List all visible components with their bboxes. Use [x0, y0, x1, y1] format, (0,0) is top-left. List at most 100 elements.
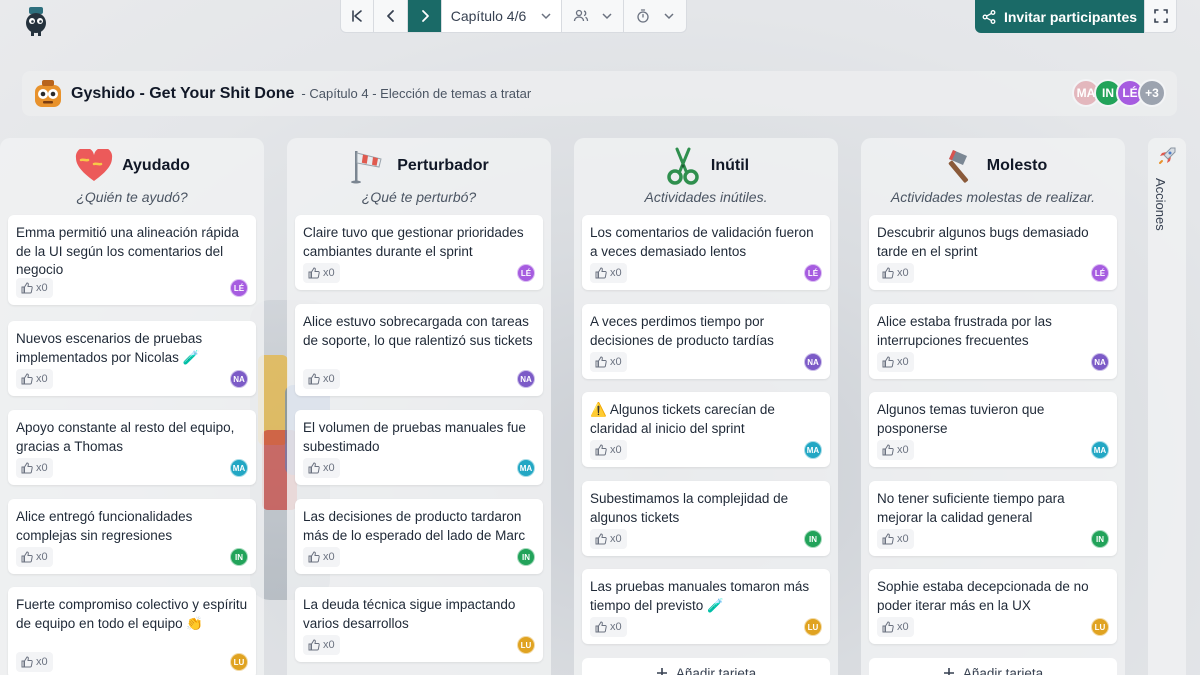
author-avatar: IN — [517, 548, 535, 566]
card-text: Subestimamos la complejidad de algunos t… — [590, 491, 789, 525]
like-button[interactable]: x0 — [590, 617, 627, 637]
column-subtitle: ¿Quién te ayudó? — [76, 189, 188, 205]
author-avatar: LÉ — [1091, 264, 1109, 282]
column-title: Inútil — [710, 157, 750, 174]
like-button[interactable]: x0 — [877, 440, 914, 460]
participant-avatars[interactable]: MA IN LÉ +3 — [1072, 79, 1166, 107]
retro-card[interactable]: No tener suficiente tiempo para mejorar … — [869, 481, 1117, 556]
like-button[interactable]: x0 — [16, 458, 53, 478]
column-header: Molesto — [861, 148, 1125, 184]
column-ayudado: Ayudado ¿Quién te ayudó? Emma permitió u… — [0, 138, 264, 675]
column-subtitle: ¿Qué te perturbó? — [361, 189, 477, 205]
participants-menu[interactable] — [562, 0, 624, 32]
card-text: No tener suficiente tiempo para mejorar … — [877, 491, 1065, 525]
invite-participants-button[interactable]: Invitar participantes — [975, 0, 1144, 33]
heart-icon — [74, 148, 114, 184]
like-button[interactable]: x0 — [16, 547, 53, 567]
like-count: x0 — [36, 656, 48, 668]
retro-card[interactable]: Alice entregó funcionalidades complejas … — [8, 499, 256, 574]
like-button[interactable]: x0 — [877, 263, 914, 283]
like-button[interactable]: x0 — [16, 369, 53, 389]
retro-card[interactable]: Subestimamos la complejidad de algunos t… — [582, 481, 830, 556]
retro-card[interactable]: Las decisiones de producto tardaron más … — [295, 499, 543, 574]
chevron-right-icon — [421, 10, 429, 22]
author-avatar: MA — [1091, 441, 1109, 459]
like-button[interactable]: x0 — [590, 529, 627, 549]
like-button[interactable]: x0 — [303, 369, 340, 389]
like-button[interactable]: x0 — [877, 529, 914, 549]
author-avatar: LÉ — [230, 279, 248, 297]
like-count: x0 — [323, 462, 335, 474]
retro-card[interactable]: Emma permitió una alineación rápida de l… — [8, 215, 256, 305]
author-avatar: NA — [804, 353, 822, 371]
column-perturbador: Perturbador ¿Qué te perturbó? Claire tuv… — [287, 138, 551, 675]
thumbs-up-icon — [308, 373, 320, 385]
retro-card[interactable]: La deuda técnica sigue impactando varios… — [295, 587, 543, 662]
more-participants-badge[interactable]: +3 — [1138, 79, 1166, 107]
like-button[interactable]: x0 — [303, 547, 340, 567]
card-text: Nuevos escenarios de pruebas implementad… — [16, 331, 203, 365]
retro-card[interactable]: Sophie estaba decepcionada de no poder i… — [869, 569, 1117, 644]
like-button[interactable]: x0 — [590, 352, 627, 372]
column-inutil: Inútil Actividades inútiles. Los comenta… — [574, 138, 838, 675]
chevron-down-icon — [541, 13, 551, 20]
retro-card[interactable]: Fuerte compromiso colectivo y espíritu d… — [8, 587, 256, 675]
previous-chapter-button[interactable] — [374, 0, 408, 32]
like-button[interactable]: x0 — [16, 278, 53, 298]
actions-panel[interactable]: Acciones — [1148, 138, 1186, 675]
retro-card[interactable]: Algunos temas tuvieron que posponerse x0… — [869, 392, 1117, 467]
plus-icon — [943, 668, 954, 675]
add-card-button[interactable]: Añadir tarjeta — [869, 658, 1117, 675]
retro-card[interactable]: El volumen de pruebas manuales fue subes… — [295, 410, 543, 485]
rocket-icon — [1159, 147, 1176, 164]
like-count: x0 — [897, 356, 909, 368]
like-button[interactable]: x0 — [303, 458, 340, 478]
app-logo[interactable] — [22, 6, 50, 36]
retro-card[interactable]: Apoyo constante al resto del equipo, gra… — [8, 410, 256, 485]
like-button[interactable]: x0 — [303, 263, 340, 283]
like-button[interactable]: x0 — [877, 352, 914, 372]
retro-card[interactable]: Alice estaba frustrada por las interrupc… — [869, 304, 1117, 379]
chapter-navigation: Capítulo 4/6 — [340, 0, 687, 33]
retro-card[interactable]: Alice estuvo sobrecargada con tareas de … — [295, 304, 543, 396]
like-count: x0 — [36, 551, 48, 563]
retro-card[interactable]: ⚠️ Algunos tickets carecían de claridad … — [582, 392, 830, 467]
like-button[interactable]: x0 — [877, 617, 914, 637]
session-header: Gyshido - Get Your Shit Done - Capítulo … — [22, 71, 1177, 116]
like-count: x0 — [897, 621, 909, 633]
first-chapter-button[interactable] — [341, 0, 374, 32]
like-count: x0 — [323, 267, 335, 279]
thumbs-up-icon — [21, 282, 33, 294]
column-subtitle: Actividades inútiles. — [644, 189, 768, 205]
author-avatar: MA — [230, 459, 248, 477]
thumbs-up-icon — [595, 267, 607, 279]
card-text: Apoyo constante al resto del equipo, gra… — [16, 420, 235, 454]
card-text: ⚠️ Algunos tickets carecían de claridad … — [590, 402, 775, 436]
retro-card[interactable]: Nuevos escenarios de pruebas implementad… — [8, 321, 256, 396]
like-button[interactable]: x0 — [16, 652, 53, 672]
card-text: Sophie estaba decepcionada de no poder i… — [877, 579, 1089, 613]
timer-menu[interactable] — [624, 0, 686, 32]
retro-card[interactable]: Claire tuvo que gestionar prioridades ca… — [295, 215, 543, 290]
retro-card[interactable]: Los comentarios de validación fueron a v… — [582, 215, 830, 290]
retro-card[interactable]: Descubrir algunos bugs demasiado tarde e… — [869, 215, 1117, 290]
author-avatar: LÉ — [517, 264, 535, 282]
retro-card[interactable]: A veces perdimos tiempo por decisiones d… — [582, 304, 830, 379]
thumbs-up-icon — [308, 267, 320, 279]
like-button[interactable]: x0 — [590, 440, 627, 460]
chapter-select[interactable]: Capítulo 4/6 — [442, 0, 562, 32]
retro-card[interactable]: Las pruebas manuales tomaron más tiempo … — [582, 569, 830, 644]
add-card-button[interactable]: Añadir tarjeta — [582, 658, 830, 675]
like-count: x0 — [323, 639, 335, 651]
like-button[interactable]: x0 — [303, 635, 340, 655]
author-avatar: LU — [230, 653, 248, 671]
author-avatar: LU — [1091, 618, 1109, 636]
fullscreen-button[interactable] — [1144, 0, 1177, 33]
like-button[interactable]: x0 — [590, 263, 627, 283]
chevron-left-icon — [386, 10, 394, 22]
author-avatar: IN — [1091, 530, 1109, 548]
card-text: Fuerte compromiso colectivo y espíritu d… — [16, 597, 248, 631]
thumbs-up-icon — [308, 551, 320, 563]
next-chapter-button[interactable] — [408, 0, 442, 32]
card-text: Algunos temas tuvieron que posponerse — [877, 402, 1045, 436]
